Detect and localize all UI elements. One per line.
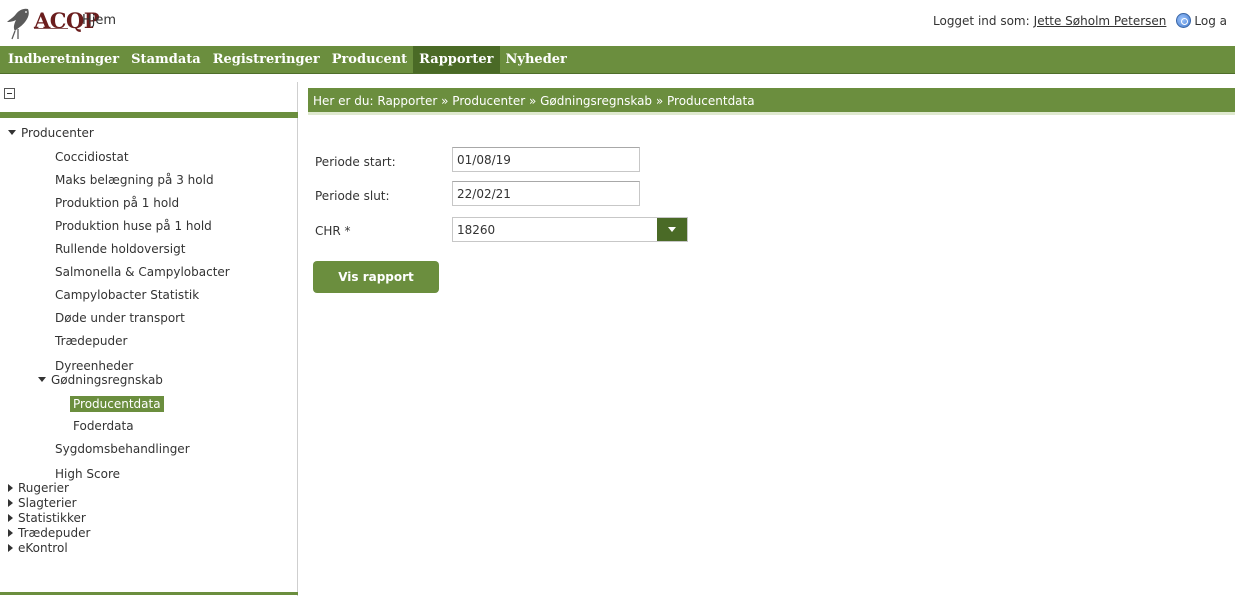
nav-item-nyheder[interactable]: Nyheder — [500, 46, 573, 73]
chr-select[interactable]: 18260 — [452, 217, 688, 242]
tree-item-maks-belaegning[interactable]: Maks belægning på 3 hold — [55, 173, 214, 187]
expanded-arrow-icon[interactable] — [38, 377, 46, 382]
sidebar: Producenter Coccidiostat Maks belægning … — [0, 82, 298, 596]
breadcrumb: Her er du: Rapporter » Producenter » Gød… — [308, 88, 1235, 115]
tree-item-salmonella-campylobacter[interactable]: Salmonella & Campylobacter — [55, 265, 230, 279]
main-nav: Indberetninger Stamdata Registreringer P… — [0, 46, 1235, 74]
tree-node-slagterier[interactable]: Slagterier — [8, 496, 77, 510]
nav-item-registreringer[interactable]: Registreringer — [207, 46, 326, 73]
tree-node-producenter[interactable]: Producenter — [8, 126, 94, 140]
tree-node-ekontrol[interactable]: eKontrol — [8, 541, 68, 555]
sidebar-footer-bar — [0, 592, 298, 595]
chr-selected-value: 18260 — [457, 223, 496, 237]
tree-item-campylobacter-statistik[interactable]: Campylobacter Statistik — [55, 288, 199, 302]
period-end-input[interactable] — [452, 181, 640, 206]
collapsed-arrow-icon[interactable] — [8, 484, 13, 492]
collapse-sidebar-button[interactable] — [4, 88, 15, 99]
tree-item-sygdomsbehandlinger[interactable]: Sygdomsbehandlinger — [55, 442, 190, 456]
period-start-input[interactable] — [452, 147, 640, 172]
logout-icon[interactable] — [1176, 13, 1192, 28]
tree-item-rullende-holdoversigt[interactable]: Rullende holdoversigt — [55, 242, 185, 256]
collapsed-arrow-icon[interactable] — [8, 514, 13, 522]
tree-item-high-score[interactable]: High Score — [55, 467, 120, 481]
tree-node-goedningsregnskab[interactable]: Gødningsregnskab — [38, 373, 163, 387]
nav-item-producent[interactable]: Producent — [326, 46, 413, 73]
bird-logo-icon — [7, 8, 29, 40]
nav-item-rapporter[interactable]: Rapporter — [413, 46, 500, 73]
user-link[interactable]: Jette Søholm Petersen — [1034, 14, 1167, 28]
tree-item-doede-under-transport[interactable]: Døde under transport — [55, 311, 185, 325]
collapsed-arrow-icon[interactable] — [8, 529, 13, 537]
chevron-down-icon[interactable] — [657, 218, 687, 241]
nav-item-indberetninger[interactable]: Indberetninger — [0, 46, 125, 73]
period-end-label: Periode slut: — [315, 189, 390, 203]
tree-node-statistikker[interactable]: Statistikker — [8, 511, 86, 525]
tree-item-produktion-huse[interactable]: Produktion huse på 1 hold — [55, 219, 212, 233]
home-link[interactable]: Hjem — [82, 13, 116, 28]
tree-node-traedepuder[interactable]: Trædepuder — [8, 526, 90, 540]
tree-item-coccidiostat[interactable]: Coccidiostat — [55, 150, 129, 164]
login-status: Logget ind som: Jette Søholm Petersen Lo… — [933, 13, 1227, 28]
tree-item-produktion-1-hold[interactable]: Produktion på 1 hold — [55, 196, 179, 210]
tree-node-rugerier[interactable]: Rugerier — [8, 481, 69, 495]
logo-subline — [34, 28, 68, 34]
sidebar-header-bar — [0, 112, 298, 118]
logout-link[interactable]: Log a — [1194, 14, 1227, 28]
collapsed-arrow-icon[interactable] — [8, 544, 13, 552]
collapsed-arrow-icon[interactable] — [8, 499, 13, 507]
period-start-label: Periode start: — [315, 155, 396, 169]
tree-item-traedepuder[interactable]: Trædepuder — [55, 334, 127, 348]
header: ACQP Hjem Logget ind som: Jette Søholm P… — [0, 0, 1235, 46]
tree-item-dyreenheder[interactable]: Dyreenheder — [55, 359, 133, 373]
expanded-arrow-icon[interactable] — [8, 130, 16, 135]
chr-label: CHR * — [315, 224, 351, 238]
login-prefix: Logget ind som: — [933, 13, 1030, 28]
nav-item-stamdata[interactable]: Stamdata — [125, 46, 207, 73]
tree-item-producentdata[interactable]: Producentdata — [70, 396, 164, 412]
tree-item-foderdata[interactable]: Foderdata — [73, 419, 134, 433]
show-report-button[interactable]: Vis rapport — [313, 261, 439, 293]
